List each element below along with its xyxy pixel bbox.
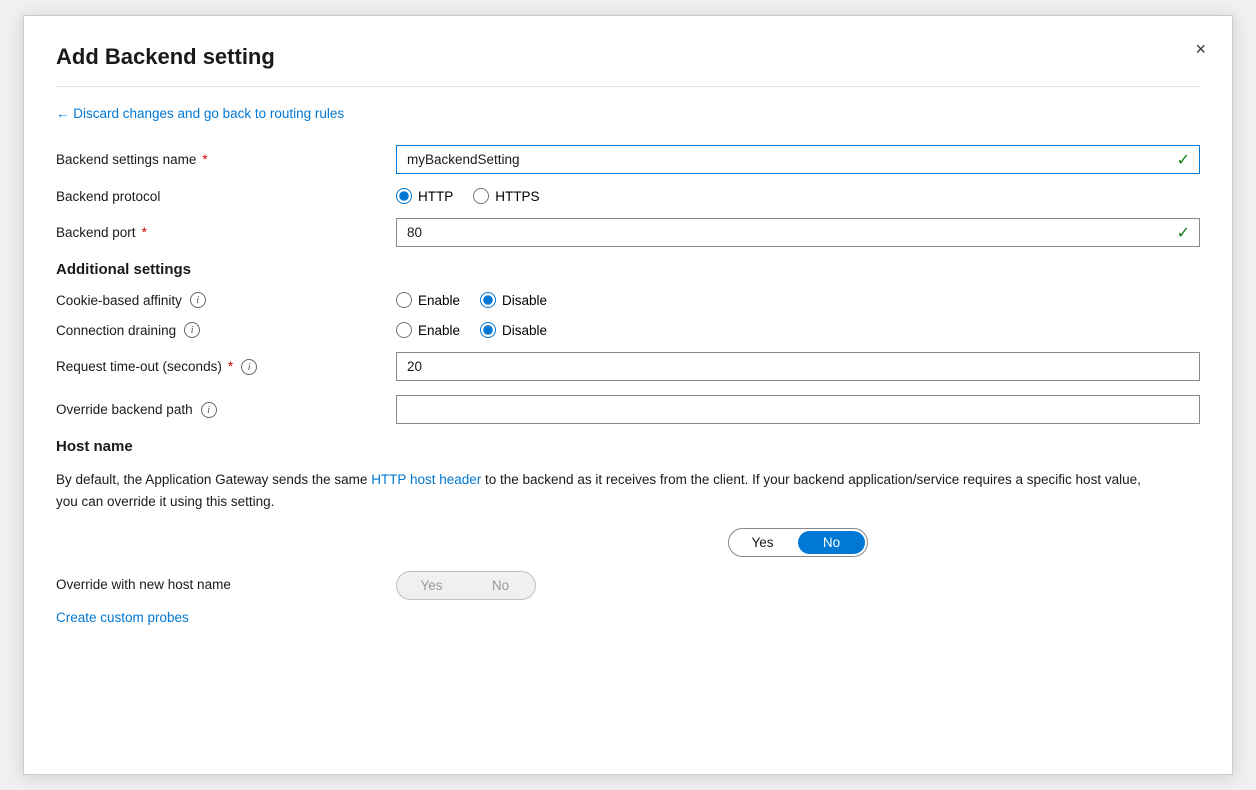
protocol-http-radio[interactable] xyxy=(396,188,412,204)
override-backend-path-row: Override backend path i xyxy=(56,395,1200,424)
host-name-no-button[interactable]: No xyxy=(798,531,865,554)
protocol-http-label: HTTP xyxy=(418,189,453,204)
host-name-yes-button[interactable]: Yes xyxy=(729,529,796,556)
title-divider xyxy=(56,86,1200,87)
protocol-https-option[interactable]: HTTPS xyxy=(473,188,539,204)
override-host-name-toggle-group: Yes No xyxy=(396,571,536,600)
dialog-title: Add Backend setting xyxy=(56,44,1200,70)
request-timeout-input[interactable] xyxy=(396,352,1200,381)
backend-settings-name-input[interactable] xyxy=(396,145,1200,174)
backend-protocol-row: Backend protocol HTTP HTTPS xyxy=(56,188,1200,204)
host-name-section: Host name By default, the Application Ga… xyxy=(56,438,1200,625)
create-custom-probes-link[interactable]: Create custom probes xyxy=(56,610,189,625)
cookie-affinity-radio-group: Enable Disable xyxy=(396,292,1200,308)
connection-draining-label: Connection draining i xyxy=(56,322,396,338)
backend-port-input[interactable] xyxy=(396,218,1200,247)
connection-draining-disable-label: Disable xyxy=(502,323,547,338)
backend-port-required-marker: * xyxy=(142,225,147,240)
request-timeout-info-icon[interactable]: i xyxy=(241,359,257,375)
connection-draining-disable-option[interactable]: Disable xyxy=(480,322,547,338)
request-timeout-control xyxy=(396,352,1200,381)
additional-settings-title: Additional settings xyxy=(56,261,1200,278)
backend-protocol-label: Backend protocol xyxy=(56,189,396,204)
host-name-toggle-row: Yes No xyxy=(396,528,1200,557)
override-backend-path-info-icon[interactable]: i xyxy=(201,402,217,418)
backend-port-label: Backend port * xyxy=(56,225,396,240)
protocol-https-radio[interactable] xyxy=(473,188,489,204)
close-button[interactable]: × xyxy=(1189,36,1212,62)
cookie-affinity-enable-label: Enable xyxy=(418,293,460,308)
backend-port-row: Backend port * ✓ xyxy=(56,218,1200,247)
cookie-affinity-disable-radio[interactable] xyxy=(480,292,496,308)
connection-draining-info-icon[interactable]: i xyxy=(184,322,200,338)
backend-protocol-radio-group: HTTP HTTPS xyxy=(396,188,1200,204)
backend-settings-name-control: ✓ xyxy=(396,145,1200,174)
override-backend-path-input[interactable] xyxy=(396,395,1200,424)
request-timeout-row: Request time-out (seconds) * i xyxy=(56,352,1200,381)
override-host-name-yes-button[interactable]: Yes xyxy=(397,572,466,599)
cookie-affinity-info-icon[interactable]: i xyxy=(190,292,206,308)
request-timeout-required-marker: * xyxy=(228,359,233,374)
required-marker: * xyxy=(202,152,207,167)
connection-draining-enable-label: Enable xyxy=(418,323,460,338)
connection-draining-control: Enable Disable xyxy=(396,322,1200,338)
override-host-name-control: Yes No xyxy=(396,571,536,600)
override-host-name-no-button[interactable]: No xyxy=(466,572,535,599)
cookie-affinity-label: Cookie-based affinity i xyxy=(56,292,396,308)
connection-draining-enable-radio[interactable] xyxy=(396,322,412,338)
backend-protocol-control: HTTP HTTPS xyxy=(396,188,1200,204)
cookie-affinity-row: Cookie-based affinity i Enable Disable xyxy=(56,292,1200,308)
host-name-toggle-group: Yes No xyxy=(728,528,868,557)
connection-draining-disable-radio[interactable] xyxy=(480,322,496,338)
connection-draining-enable-option[interactable]: Enable xyxy=(396,322,460,338)
backend-port-checkmark: ✓ xyxy=(1177,223,1190,243)
backend-settings-name-checkmark: ✓ xyxy=(1177,150,1190,170)
host-name-title: Host name xyxy=(56,438,1200,455)
override-backend-path-control xyxy=(396,395,1200,424)
backend-port-control: ✓ xyxy=(396,218,1200,247)
override-backend-path-label: Override backend path i xyxy=(56,402,396,418)
cookie-affinity-control: Enable Disable xyxy=(396,292,1200,308)
request-timeout-label: Request time-out (seconds) * i xyxy=(56,359,396,375)
http-host-header-link[interactable]: HTTP host header xyxy=(371,472,481,487)
cookie-affinity-enable-option[interactable]: Enable xyxy=(396,292,460,308)
host-name-description: By default, the Application Gateway send… xyxy=(56,469,1156,512)
cookie-affinity-disable-label: Disable xyxy=(502,293,547,308)
protocol-https-label: HTTPS xyxy=(495,189,539,204)
create-custom-probes-row: Create custom probes xyxy=(56,610,1200,625)
add-backend-setting-dialog: Add Backend setting × ← Discard changes … xyxy=(23,15,1233,775)
cookie-affinity-disable-option[interactable]: Disable xyxy=(480,292,547,308)
back-link[interactable]: ← Discard changes and go back to routing… xyxy=(56,106,344,121)
override-host-name-label: Override with new host name xyxy=(56,571,396,592)
override-host-name-row: Override with new host name Yes No xyxy=(56,571,1200,600)
backend-settings-name-row: Backend settings name * ✓ xyxy=(56,145,1200,174)
backend-settings-name-label: Backend settings name * xyxy=(56,152,396,167)
protocol-http-option[interactable]: HTTP xyxy=(396,188,453,204)
cookie-affinity-enable-radio[interactable] xyxy=(396,292,412,308)
connection-draining-row: Connection draining i Enable Disable xyxy=(56,322,1200,338)
connection-draining-radio-group: Enable Disable xyxy=(396,322,1200,338)
